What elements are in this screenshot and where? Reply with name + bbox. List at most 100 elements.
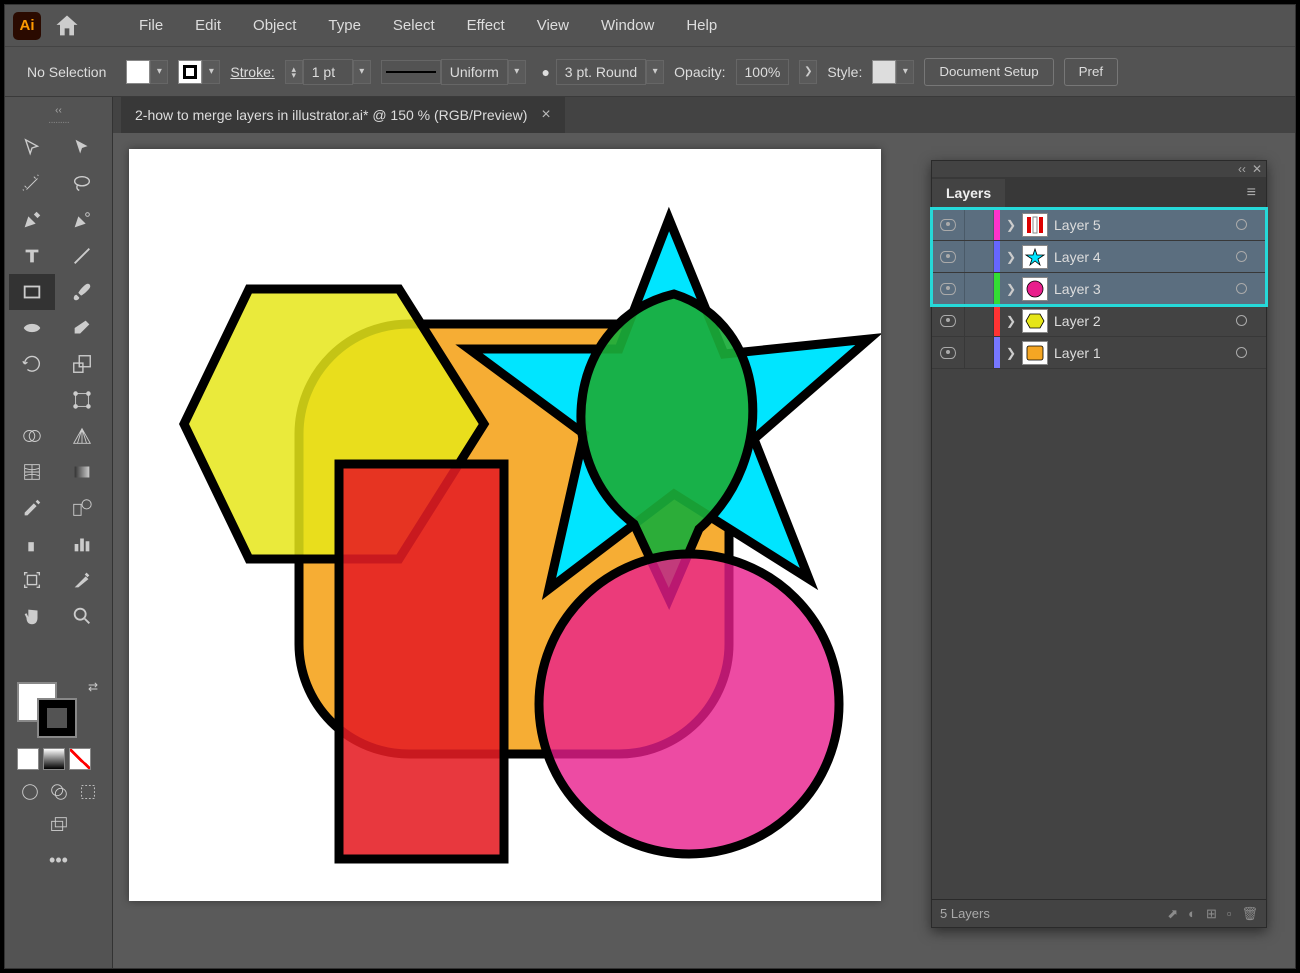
brush-definition[interactable]: ● 3 pt. Round ▾ bbox=[536, 59, 664, 85]
symbol-sprayer-tool[interactable] bbox=[9, 526, 55, 562]
scale-tool[interactable] bbox=[59, 346, 105, 382]
draw-inside-icon[interactable] bbox=[75, 778, 100, 806]
color-mode-icon[interactable] bbox=[17, 748, 39, 770]
edit-toolbar-icon[interactable]: ••• bbox=[9, 840, 108, 881]
delete-layer-icon[interactable]: 🗑 bbox=[1241, 906, 1258, 922]
menu-effect[interactable]: Effect bbox=[453, 11, 519, 40]
none-mode-icon[interactable] bbox=[69, 748, 91, 770]
curvature-tool[interactable] bbox=[59, 202, 105, 238]
menu-window[interactable]: Window bbox=[587, 11, 668, 40]
lock-toggle[interactable] bbox=[964, 209, 994, 240]
swap-fill-stroke-icon[interactable]: ⇄ bbox=[88, 680, 98, 694]
menu-file[interactable]: File bbox=[125, 11, 177, 40]
eraser-tool[interactable] bbox=[59, 310, 105, 346]
layers-panel[interactable]: ‹‹ ✕ Layers ≡ ❯ Layer 5 ❯ bbox=[931, 160, 1267, 928]
layers-empty-area[interactable] bbox=[932, 369, 1266, 899]
toolbox-grip[interactable] bbox=[9, 118, 108, 126]
layer-name[interactable]: Layer 3 bbox=[1054, 281, 1228, 297]
mesh-tool[interactable] bbox=[9, 454, 55, 490]
expand-icon[interactable]: ❯ bbox=[1000, 314, 1022, 328]
menu-object[interactable]: Object bbox=[239, 11, 310, 40]
target-icon[interactable] bbox=[1228, 217, 1254, 233]
expand-icon[interactable]: ❯ bbox=[1000, 282, 1022, 296]
direct-selection-tool[interactable] bbox=[59, 130, 105, 166]
layer-name[interactable]: Layer 1 bbox=[1054, 345, 1228, 361]
layer-row[interactable]: ❯ Layer 5 bbox=[932, 209, 1266, 241]
draw-normal-icon[interactable] bbox=[17, 778, 42, 806]
layer-row[interactable]: ❯ Layer 1 bbox=[932, 337, 1266, 369]
menu-help[interactable]: Help bbox=[672, 11, 731, 40]
layer-name[interactable]: Layer 2 bbox=[1054, 313, 1228, 329]
line-tool[interactable] bbox=[59, 238, 105, 274]
expand-icon[interactable]: ❯ bbox=[1000, 250, 1022, 264]
fill-swatch[interactable]: ▾ bbox=[126, 60, 168, 84]
stroke-color[interactable] bbox=[37, 698, 77, 738]
layers-panel-tab[interactable]: Layers bbox=[932, 179, 1005, 207]
free-transform-tool[interactable] bbox=[59, 382, 105, 418]
selection-tool[interactable] bbox=[9, 130, 55, 166]
expand-icon[interactable]: ❯ bbox=[1000, 218, 1022, 232]
visibility-toggle[interactable] bbox=[932, 283, 964, 295]
variable-width-profile[interactable]: Uniform ▾ bbox=[381, 59, 526, 85]
shape-builder-tool[interactable] bbox=[9, 418, 55, 454]
column-graph-tool[interactable] bbox=[59, 526, 105, 562]
target-icon[interactable] bbox=[1228, 313, 1254, 329]
gradient-tool[interactable] bbox=[59, 454, 105, 490]
gradient-mode-icon[interactable] bbox=[43, 748, 65, 770]
layer-name[interactable]: Layer 5 bbox=[1054, 217, 1228, 233]
layer-row[interactable]: ❯ Layer 4 bbox=[932, 241, 1266, 273]
menu-type[interactable]: Type bbox=[314, 11, 375, 40]
expand-icon[interactable]: ❯ bbox=[1000, 346, 1022, 360]
menu-select[interactable]: Select bbox=[379, 11, 449, 40]
pen-tool[interactable] bbox=[9, 202, 55, 238]
rotate-tool[interactable] bbox=[9, 346, 55, 382]
layer-row[interactable]: ❯ Layer 3 bbox=[932, 273, 1266, 305]
artboard[interactable] bbox=[129, 149, 881, 901]
panel-close-icon[interactable]: ✕ bbox=[1252, 162, 1262, 176]
layer-row[interactable]: ❯ Layer 2 bbox=[932, 305, 1266, 337]
locate-object-icon[interactable]: ⬈ bbox=[1167, 906, 1178, 922]
lock-toggle[interactable] bbox=[964, 337, 994, 368]
menu-view[interactable]: View bbox=[523, 11, 583, 40]
blend-tool[interactable] bbox=[59, 490, 105, 526]
type-tool[interactable] bbox=[9, 238, 55, 274]
magic-wand-tool[interactable] bbox=[9, 166, 55, 202]
panel-menu-icon[interactable]: ≡ bbox=[1237, 184, 1266, 202]
hand-tool[interactable] bbox=[9, 598, 55, 634]
stroke-weight-input[interactable]: ▴▾ 1 pt ▾ bbox=[285, 59, 371, 85]
shaper-tool[interactable] bbox=[9, 310, 55, 346]
opacity-value[interactable]: 100% bbox=[736, 59, 790, 85]
fill-stroke-picker[interactable]: ⇄ bbox=[9, 682, 108, 742]
draw-behind-icon[interactable] bbox=[46, 778, 71, 806]
opacity-dropdown[interactable]: ❯ bbox=[799, 60, 817, 84]
visibility-toggle[interactable] bbox=[932, 347, 964, 359]
create-sublayer-icon[interactable]: ⊞ bbox=[1206, 906, 1217, 922]
lock-toggle[interactable] bbox=[964, 305, 994, 336]
document-tab[interactable]: 2-how to merge layers in illustrator.ai*… bbox=[121, 97, 565, 133]
stroke-label[interactable]: Stroke: bbox=[230, 64, 274, 80]
screen-mode-icon[interactable] bbox=[9, 810, 108, 840]
visibility-toggle[interactable] bbox=[932, 315, 964, 327]
lasso-tool[interactable] bbox=[59, 166, 105, 202]
make-clipping-mask-icon[interactable]: ◐ bbox=[1188, 906, 1196, 921]
stroke-swatch[interactable]: ▾ bbox=[178, 60, 220, 84]
visibility-toggle[interactable] bbox=[932, 219, 964, 231]
width-tool[interactable] bbox=[9, 382, 55, 418]
opacity-label[interactable]: Opacity: bbox=[674, 64, 725, 80]
target-icon[interactable] bbox=[1228, 345, 1254, 361]
perspective-grid-tool[interactable] bbox=[59, 418, 105, 454]
graphic-style[interactable]: ▾ bbox=[872, 60, 914, 84]
artboard-tool[interactable] bbox=[9, 562, 55, 598]
visibility-toggle[interactable] bbox=[932, 251, 964, 263]
menu-edit[interactable]: Edit bbox=[181, 11, 235, 40]
preferences-button[interactable]: Pref bbox=[1064, 58, 1118, 86]
target-icon[interactable] bbox=[1228, 281, 1254, 297]
slice-tool[interactable] bbox=[59, 562, 105, 598]
lock-toggle[interactable] bbox=[964, 241, 994, 272]
panel-collapse-icon[interactable]: ‹‹ bbox=[1238, 162, 1246, 176]
paintbrush-tool[interactable] bbox=[59, 274, 105, 310]
close-tab-icon[interactable]: × bbox=[541, 106, 550, 124]
rectangle-tool[interactable] bbox=[9, 274, 55, 310]
document-setup-button[interactable]: Document Setup bbox=[924, 58, 1053, 86]
layer-name[interactable]: Layer 4 bbox=[1054, 249, 1228, 265]
